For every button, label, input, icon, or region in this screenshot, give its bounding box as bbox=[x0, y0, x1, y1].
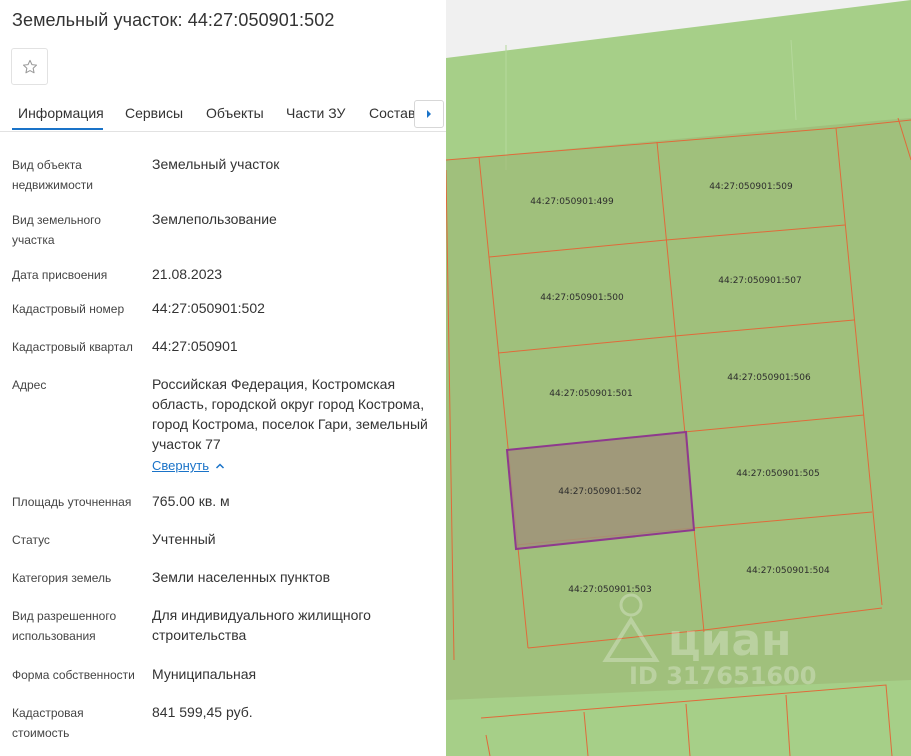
info-panel: Земельный участок: 44:27:050901:502 Инфо… bbox=[0, 0, 446, 756]
label-area: Площадь уточненная bbox=[12, 495, 132, 509]
favorite-button[interactable] bbox=[11, 48, 48, 85]
chevron-right-icon bbox=[427, 110, 431, 118]
value-land-type: Землепользование bbox=[152, 211, 277, 227]
label-address: Адрес bbox=[12, 378, 47, 392]
active-tab-indicator bbox=[12, 128, 103, 130]
tab-bar: Информация Сервисы Объекты Части ЗУ Сост… bbox=[0, 97, 446, 132]
value-land-category: Земли населенных пунктов bbox=[152, 569, 331, 585]
tab-services[interactable]: Сервисы bbox=[125, 105, 183, 121]
parcel-label: 44:27:050901:509 bbox=[709, 182, 793, 192]
value-cadastral-quarter: 44:27:050901 bbox=[152, 338, 238, 354]
tab-composition[interactable]: Состав bbox=[369, 105, 415, 121]
label-land-category: Категория земель bbox=[12, 571, 112, 585]
parcel-label: 44:27:050901:502 bbox=[558, 487, 642, 497]
value-object-type: Земельный участок bbox=[152, 156, 280, 172]
tabs-scroll-right-button[interactable] bbox=[414, 100, 444, 128]
value-assign-date: 21.08.2023 bbox=[152, 266, 223, 282]
tab-information[interactable]: Информация bbox=[18, 105, 104, 121]
value-cadastral-value: 841 599,45 руб. bbox=[152, 704, 253, 720]
parcel-label: 44:27:050901:504 bbox=[746, 566, 830, 576]
watermark-brand: циан bbox=[668, 615, 792, 666]
parcel-label: 44:27:050901:500 bbox=[540, 293, 624, 303]
value-cadastral-number: 44:27:050901:502 bbox=[152, 300, 265, 316]
label-permitted-use: Вид разрешенного использования bbox=[12, 609, 117, 643]
collapse-label: Свернуть bbox=[152, 458, 210, 473]
label-ownership: Форма собственности bbox=[12, 668, 135, 682]
label-cadastral-value: Кадастровая стоимость bbox=[12, 706, 84, 740]
label-status: Статус bbox=[12, 533, 50, 547]
chevron-up-icon bbox=[215, 462, 225, 469]
parcel-label: 44:27:050901:499 bbox=[530, 197, 614, 207]
page-title: Земельный участок: 44:27:050901:502 bbox=[12, 10, 335, 30]
parcel-label: 44:27:050901:501 bbox=[549, 389, 633, 399]
value-area: 765.00 кв. м bbox=[152, 493, 230, 509]
label-land-type: Вид земельного участка bbox=[12, 213, 101, 247]
star-outline-icon bbox=[22, 59, 37, 73]
value-address: Российская Федерация, Костромская област… bbox=[152, 376, 428, 452]
label-object-type: Вид объекта недвижимости bbox=[12, 158, 93, 192]
label-cadastral-quarter: Кадастровый квартал bbox=[12, 340, 133, 354]
value-permitted-use: Для индивидуального жилищного строительс… bbox=[152, 607, 371, 643]
value-ownership: Муниципальная bbox=[152, 666, 257, 682]
tab-objects[interactable]: Объекты bbox=[206, 105, 264, 121]
parcel-label: 44:27:050901:505 bbox=[736, 469, 820, 479]
map-canvas[interactable]: 44:27:050901:499 44:27:050901:509 44:27:… bbox=[446, 0, 911, 756]
label-cadastral-number: Кадастровый номер bbox=[12, 302, 125, 316]
parcel-label: 44:27:050901:503 bbox=[568, 585, 652, 595]
watermark-id: ID 317651600 bbox=[629, 662, 817, 690]
tab-parts[interactable]: Части ЗУ bbox=[286, 105, 345, 121]
value-status: Учтенный bbox=[152, 531, 216, 547]
parcel-label: 44:27:050901:506 bbox=[727, 373, 811, 383]
label-assign-date: Дата присвоения bbox=[12, 268, 108, 282]
parcel-label: 44:27:050901:507 bbox=[718, 276, 802, 286]
collapse-address-link[interactable]: Свернуть bbox=[152, 458, 225, 473]
cadastral-map[interactable]: 44:27:050901:499 44:27:050901:509 44:27:… bbox=[446, 0, 911, 756]
